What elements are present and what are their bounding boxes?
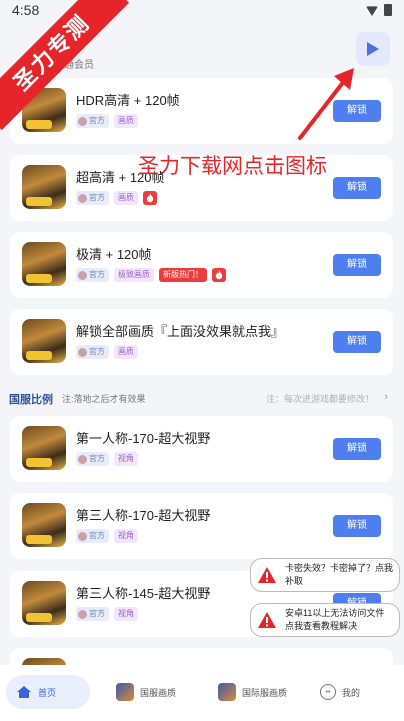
item-name: 极清 + 120帧 xyxy=(76,247,152,262)
item-tags: 官方 画质 xyxy=(76,191,157,205)
avatar-icon xyxy=(78,193,87,203)
category-tag: 画质 xyxy=(114,345,138,359)
game-thumbnail xyxy=(22,242,66,286)
unlock-button[interactable]: 解锁 xyxy=(333,331,381,353)
notice-text: 安卓11以上无法访问文件点我查看教程解决 xyxy=(285,608,385,631)
item-name: 解锁全部画质『上面没效果就点我』 xyxy=(76,324,285,339)
avatar-icon xyxy=(78,116,87,126)
category-tag: 极致画质 xyxy=(114,268,154,282)
official-tag: 官方 xyxy=(76,607,109,621)
item-name: 第三人称-145-超大视野 xyxy=(76,586,211,601)
item-name: 第三人称-170-超大视野 xyxy=(76,508,211,523)
official-tag: 官方 xyxy=(76,268,109,282)
avatar-icon xyxy=(78,347,87,357)
fire-icon xyxy=(212,268,226,282)
tab-label: 国际服画质 xyxy=(242,687,288,698)
unlock-button[interactable]: 解锁 xyxy=(333,177,381,199)
tab-global-quality[interactable]: 国际服画质 xyxy=(218,675,287,709)
tab-cn-quality[interactable]: 国服画质 xyxy=(116,675,176,709)
game-thumbnail xyxy=(22,426,66,470)
wifi-icon xyxy=(366,6,378,16)
unlock-button[interactable]: 解锁 xyxy=(333,438,381,460)
official-tag: 官方 xyxy=(76,191,109,205)
home-icon xyxy=(17,686,31,698)
official-tag: 官方 xyxy=(76,345,109,359)
official-tag: 官方 xyxy=(76,114,109,128)
game-thumbnail xyxy=(22,581,66,625)
item-tags: 官方 视角 xyxy=(76,529,138,543)
android11-notice[interactable]: 安卓11以上无法访问文件点我查看教程解决 xyxy=(250,603,400,637)
item-name: 第一人称-170-超大视野 xyxy=(76,431,211,446)
list-item: 极清 + 120帧 官方 极致画质 新版热门！ 解锁 xyxy=(10,232,393,298)
unlock-button[interactable]: 解锁 xyxy=(333,515,381,537)
category-tag: 视角 xyxy=(114,607,138,621)
category-tag: 画质 xyxy=(114,191,138,205)
chevron-right-icon[interactable]: › xyxy=(384,391,388,403)
category-tag: 画质 xyxy=(114,114,138,128)
annotation-text: 圣力下载网点击图标 xyxy=(138,155,327,178)
play-button[interactable] xyxy=(356,32,390,66)
avatar-icon xyxy=(78,454,87,464)
item-tags: 官方 极致画质 新版热门！ xyxy=(76,268,226,282)
item-tags: 官方 画质 xyxy=(76,345,138,359)
avatar-icon xyxy=(78,270,87,280)
battery-icon xyxy=(384,4,392,16)
profile-icon: •• xyxy=(320,684,336,700)
avatar-icon xyxy=(78,531,87,541)
play-icon xyxy=(367,42,379,56)
game-icon xyxy=(218,683,236,701)
official-tag: 官方 xyxy=(76,529,109,543)
section-header[interactable]: 国服比例 注:落地之后才有效果 注：每次进游戏都要修改！ › xyxy=(0,386,404,408)
tab-label: 首页 xyxy=(38,687,57,698)
game-icon xyxy=(116,683,134,701)
list-item: 解锁全部画质『上面没效果就点我』 官方 画质 解锁 xyxy=(10,309,393,375)
status-time: 4:58 xyxy=(12,2,40,18)
tab-home[interactable]: 首页 xyxy=(6,675,90,709)
game-thumbnail xyxy=(22,503,66,547)
item-name: HDR高清 + 120帧 xyxy=(76,93,180,108)
item-tags: 官方 画质 xyxy=(76,114,138,128)
status-icons xyxy=(366,4,392,16)
annotation-arrow xyxy=(298,68,354,140)
hot-tag: 新版热门！ xyxy=(159,268,207,282)
fire-icon xyxy=(143,191,157,205)
list-item: 第三人称-170-超大视野 官方 视角 解锁 xyxy=(10,493,393,559)
item-tags: 官方 视角 xyxy=(76,452,138,466)
avatar-icon xyxy=(78,609,87,619)
unlock-button[interactable]: 解锁 xyxy=(333,254,381,276)
section-title: 国服比例 xyxy=(9,394,53,406)
notice-text: 卡密失效？卡密掉了？点我补取 xyxy=(285,563,394,586)
category-tag: 视角 xyxy=(114,529,138,543)
official-tag: 官方 xyxy=(76,452,109,466)
category-tag: 视角 xyxy=(114,452,138,466)
warning-icon xyxy=(258,612,276,628)
game-thumbnail xyxy=(22,165,66,209)
card-key-notice[interactable]: 卡密失效？卡密掉了？点我补取 xyxy=(250,558,400,592)
tab-label: 我的 xyxy=(342,687,361,698)
section-hint: 注：每次进游戏都要修改！ xyxy=(265,394,374,404)
warning-icon xyxy=(258,567,276,583)
list-item: 第一人称-170-超大视野 官方 视角 解锁 xyxy=(10,416,393,482)
tab-profile[interactable]: •• 我的 xyxy=(320,675,360,709)
section-note: 注:落地之后才有效果 xyxy=(62,394,146,404)
item-tags: 官方 视角 xyxy=(76,607,138,621)
tab-label: 国服画质 xyxy=(140,687,177,698)
game-thumbnail xyxy=(22,319,66,363)
bottom-tab-bar: 首页 国服画质 国际服画质 •• 我的 xyxy=(0,665,404,721)
